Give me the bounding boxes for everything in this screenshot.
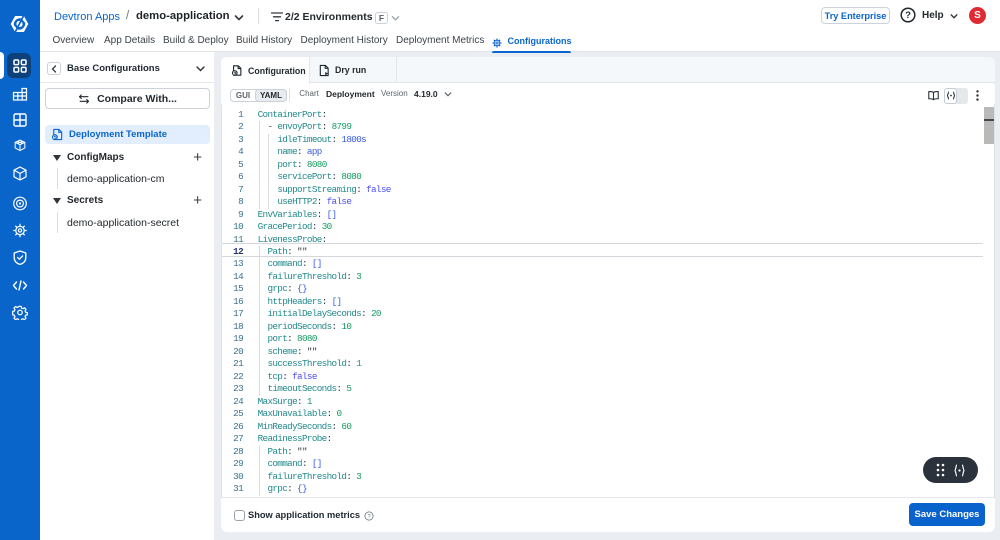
svg-text:?: ? [367,513,370,519]
svg-text:?: ? [905,10,911,21]
